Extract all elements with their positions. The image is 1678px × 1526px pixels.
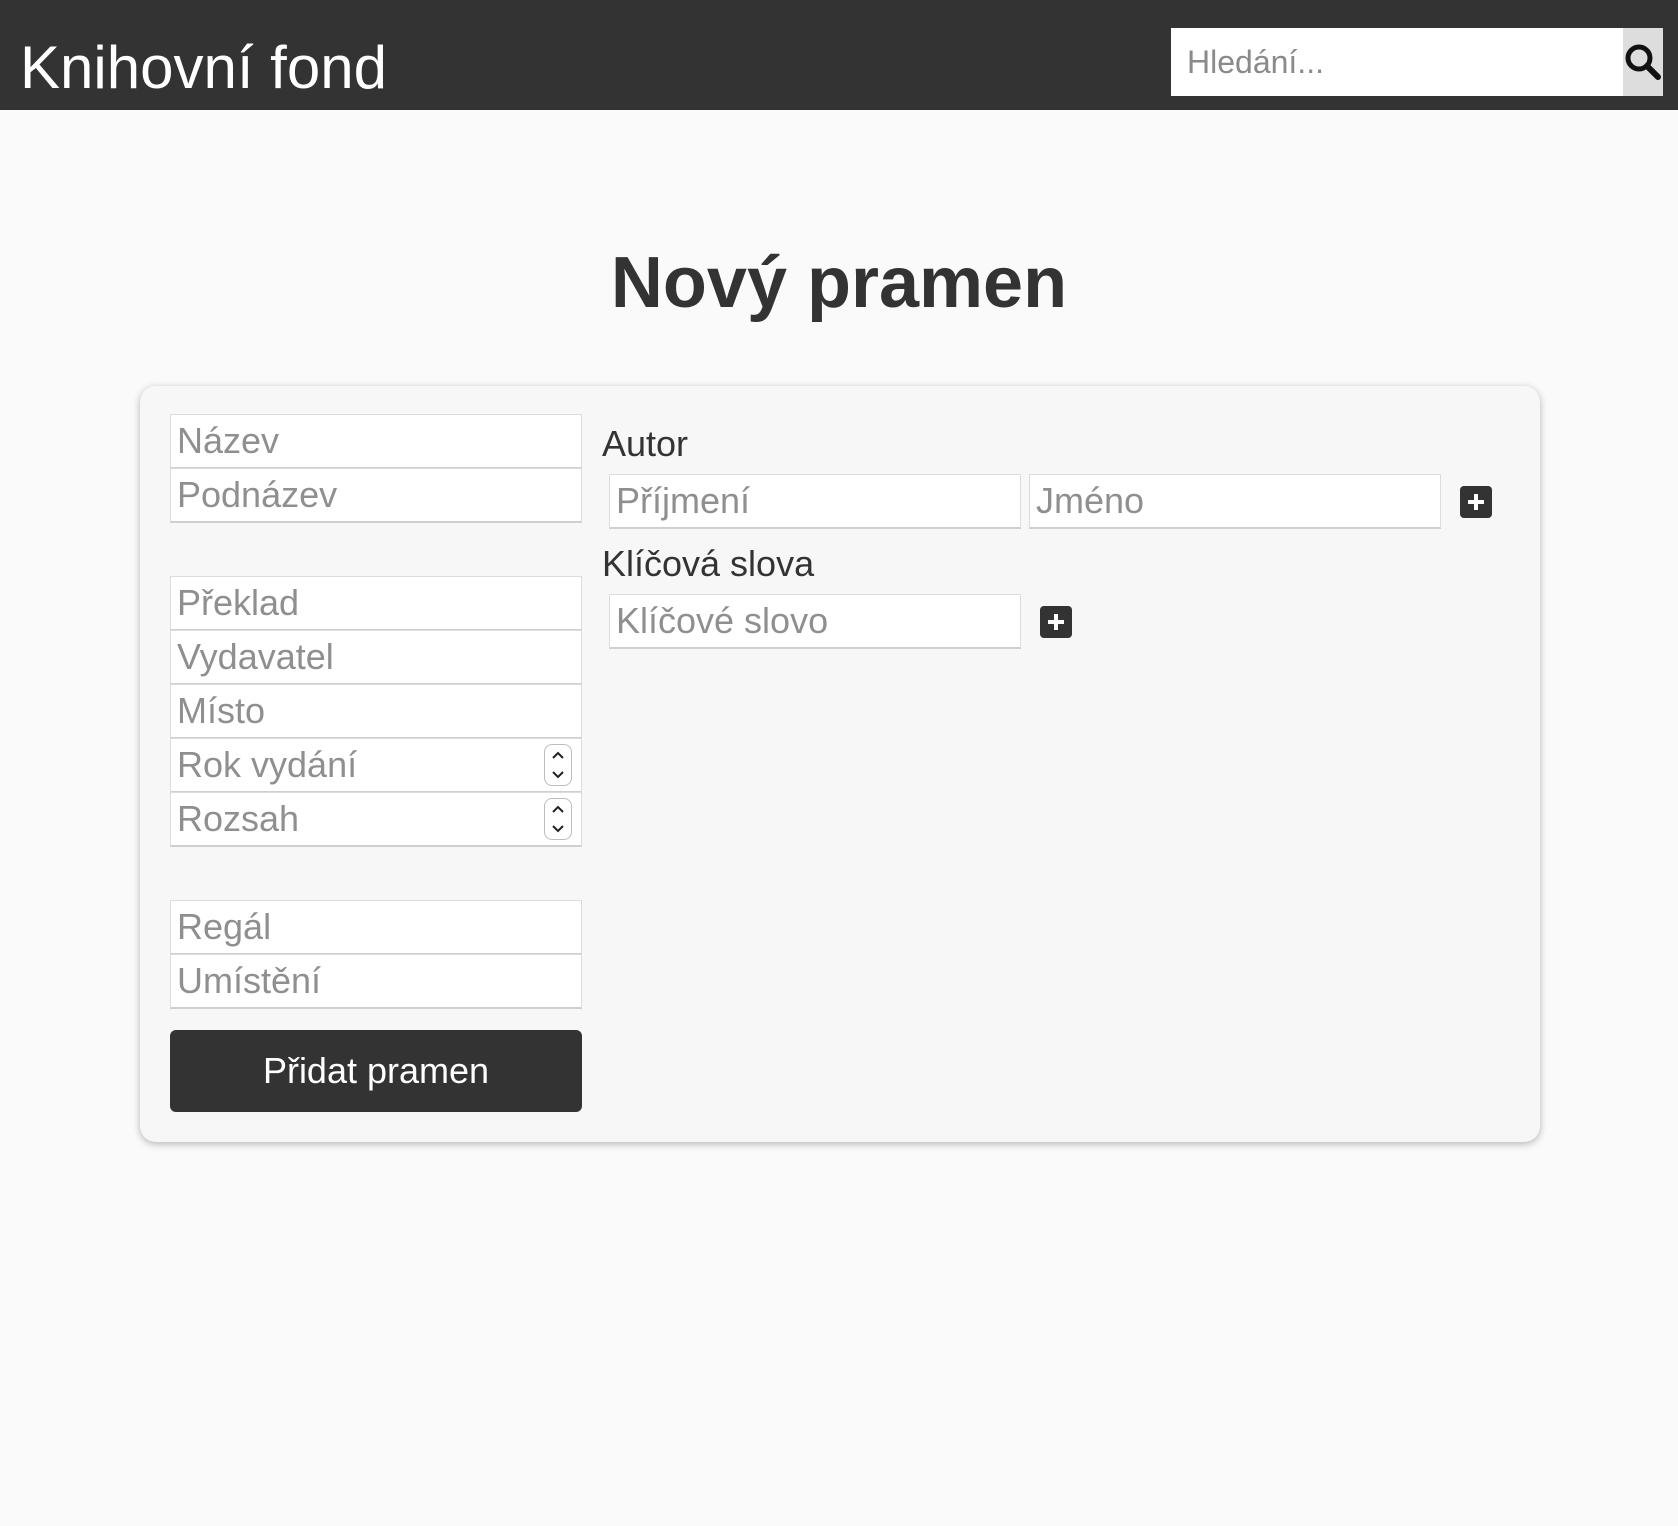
new-source-form: Přidat pramen Autor Klíčová slova (140, 386, 1540, 1142)
top-navbar: Knihovní fond (0, 0, 1678, 110)
add-author-button[interactable] (1460, 486, 1492, 518)
add-keyword-button[interactable] (1040, 606, 1072, 638)
search-bar (1171, 28, 1663, 96)
year-stepper[interactable] (544, 744, 572, 786)
title-field[interactable] (170, 414, 582, 469)
extent-stepper[interactable] (544, 798, 572, 840)
shelf-field[interactable] (170, 900, 582, 955)
search-button[interactable] (1623, 28, 1663, 96)
extent-field-wrapper (170, 792, 582, 847)
year-field[interactable] (170, 738, 582, 793)
author-firstname-field[interactable] (1029, 474, 1441, 529)
chevron-up-icon[interactable] (550, 750, 566, 760)
chevron-down-icon[interactable] (550, 770, 566, 780)
chevron-up-icon[interactable] (550, 804, 566, 814)
location-field[interactable] (170, 954, 582, 1009)
add-source-button[interactable]: Přidat pramen (170, 1030, 582, 1112)
place-field[interactable] (170, 684, 582, 739)
app-title[interactable]: Knihovní fond (20, 30, 387, 106)
page-title: Nový pramen (610, 243, 1068, 323)
keyword-field[interactable] (609, 594, 1021, 649)
translation-field[interactable] (170, 576, 582, 631)
year-field-wrapper (170, 738, 582, 793)
author-surname-field[interactable] (609, 474, 1021, 529)
author-label: Autor (602, 423, 689, 464)
extent-field[interactable] (170, 792, 582, 847)
chevron-down-icon[interactable] (550, 824, 566, 834)
plus-icon (1468, 494, 1484, 510)
plus-icon (1048, 614, 1064, 630)
keywords-label: Klíčová slova (602, 543, 815, 584)
search-input[interactable] (1171, 28, 1623, 96)
publisher-field[interactable] (170, 630, 582, 685)
search-icon (1625, 44, 1661, 80)
subtitle-field[interactable] (170, 468, 582, 523)
